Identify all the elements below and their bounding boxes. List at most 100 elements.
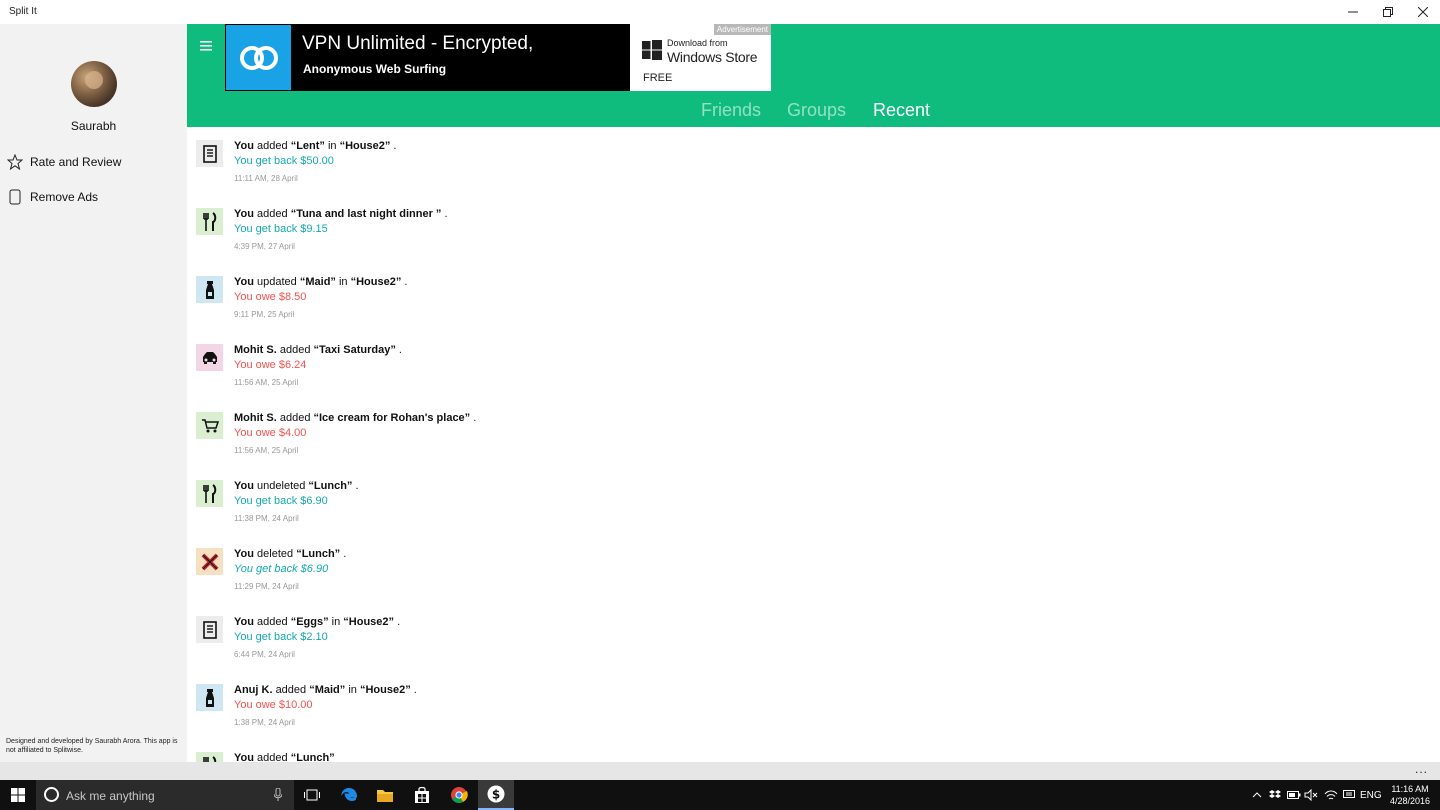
sidebar: Saurabh Rate and Review Remove Ads Desig… [0,24,187,762]
utensils-icon [196,480,223,507]
tab-recent[interactable]: Recent [873,100,930,121]
activity-item[interactable]: You added “Tuna and last night dinner ” … [187,195,1440,255]
activity-amount: You get back $6.90 [234,563,329,575]
tab-groups[interactable]: Groups [787,100,846,121]
activity-timestamp: 4:39 PM, 27 April [234,242,295,251]
activity-item[interactable]: You deleted “Lunch” . You get back $6.90… [187,535,1440,595]
tab-friends[interactable]: Friends [701,100,761,121]
activity-timestamp: 11:56 AM, 25 April [234,446,299,455]
taskbar-clock[interactable]: 11:16 AM 4/28/2016 [1384,783,1436,807]
windows-logo-icon [642,40,662,65]
battery-icon[interactable] [1287,780,1301,810]
spray-bottle-icon [196,276,223,303]
chrome-icon[interactable] [441,780,477,810]
activity-amount: You owe $6.24 [234,359,307,371]
spray-bottle-icon [196,684,223,711]
receipt-icon [196,140,223,167]
taskbar: Ask me anything $ ENG 11:16 AM 4/28/2016 [0,780,1440,810]
activity-item[interactable]: Anuj K. added “Maid” in “House2” . You o… [187,671,1440,731]
activity-timestamp: 9:11 PM, 25 April [234,310,295,319]
vpn-logo-icon [226,25,291,90]
activity-description: You added “Tuna and last night dinner ” … [234,208,448,220]
minimize-icon[interactable] [1336,0,1370,24]
activity-item[interactable]: Mohit S. added “Taxi Saturday” . You owe… [187,331,1440,391]
store-download-text: Download from [667,38,728,48]
activity-item[interactable]: You updated “Maid” in “House2” . You owe… [187,263,1440,323]
window-title: Split It [9,6,37,17]
wifi-icon[interactable] [1324,780,1338,810]
clock-time: 11:16 AM [1391,784,1429,794]
title-bar: Split It [0,0,1440,24]
activity-amount: You owe $4.00 [234,427,307,439]
activity-amount: You owe $8.50 [234,291,307,303]
activity-description: Mohit S. added “Taxi Saturday” . [234,344,402,356]
split-it-app-icon[interactable]: $ [478,780,514,810]
activity-timestamp: 11:56 AM, 25 April [234,378,299,387]
sidebar-item-label: Remove Ads [30,190,99,204]
activity-amount: You get back $6.90 [234,495,328,507]
clock-date: 4/28/2016 [1389,796,1431,806]
svg-text:$: $ [492,788,500,802]
windows-start-icon[interactable] [0,780,36,810]
windows-store-badge[interactable]: Advertisement Download from Windows Stor… [630,24,771,91]
activity-item[interactable]: You added “Lunch” [187,739,1440,762]
activity-description: You updated “Maid” in “House2” . [234,276,408,288]
utensils-icon [196,752,223,762]
activity-timestamp: 6:44 PM, 24 April [234,650,295,659]
activity-timestamp: 1:38 PM, 24 April [234,718,295,727]
action-center-icon[interactable] [1343,780,1355,810]
cortana-search-box[interactable]: Ask me anything [36,780,294,810]
restore-icon[interactable] [1371,0,1405,24]
microphone-icon[interactable] [273,787,283,807]
star-icon [0,154,30,170]
activity-item[interactable]: You undeleted “Lunch” . You get back $6.… [187,467,1440,527]
language-indicator[interactable]: ENG [1360,780,1382,810]
dropbox-icon[interactable] [1268,780,1282,810]
car-icon [196,344,223,371]
username: Saurabh [70,119,117,133]
cart-icon [196,412,223,439]
close-icon[interactable] [1406,0,1440,24]
activity-description: Anuj K. added “Maid” in “House2” . [234,684,417,696]
activity-feed[interactable]: You added “Lent” in “House2” . You get b… [187,127,1440,762]
sidebar-item-label: Rate and Review [30,155,122,169]
advertisement-banner[interactable]: VPN Unlimited - Encrypted, Anonymous Web… [225,24,771,91]
activity-description: Mohit S. added “Ice cream for Rohan's pl… [234,412,477,424]
edge-browser-icon[interactable] [331,780,367,810]
disclaimer-text: Designed and developed by Saurabh Arora.… [6,738,178,754]
activity-amount: You get back $50.00 [234,155,334,167]
sidebar-item-rate-and-review[interactable]: Rate and Review [0,149,187,175]
ad-title: VPN Unlimited - Encrypted, [302,33,534,54]
activity-description: You deleted “Lunch” . [234,548,347,560]
phone-icon [0,189,30,205]
ad-price: FREE [643,72,673,84]
activity-item[interactable]: Mohit S. added “Ice cream for Rohan's pl… [187,399,1440,459]
activity-description: You added “Eggs” in “House2” . [234,616,401,628]
activity-timestamp: 11:11 AM, 28 April [234,174,298,183]
sidebar-item-remove-ads[interactable]: Remove Ads [0,184,187,210]
search-placeholder: Ask me anything [66,789,155,803]
tab-bar: Friends Groups Recent [187,100,1440,124]
activity-description: You added “Lent” in “House2” . [234,140,397,152]
avatar[interactable] [71,61,117,107]
store-icon[interactable] [404,780,440,810]
more-options-button[interactable]: ... [1415,762,1428,776]
app-header: VPN Unlimited - Encrypted, Anonymous Web… [187,24,1440,127]
activity-amount: You get back $2.10 [234,631,328,643]
deleted-x-icon [196,548,223,575]
file-explorer-icon[interactable] [367,780,403,810]
task-view-icon[interactable] [294,780,330,810]
ad-tag: Advertisement [713,24,771,35]
cortana-icon [44,787,59,802]
hamburger-menu-icon[interactable] [200,38,212,56]
receipt-icon [196,616,223,643]
activity-description: You added “Lunch” [234,752,335,762]
activity-item[interactable]: You added “Lent” in “House2” . You get b… [187,127,1440,187]
activity-amount: You get back $9.15 [234,223,328,235]
activity-timestamp: 11:29 PM, 24 April [234,582,299,591]
show-hidden-icons[interactable] [1252,780,1262,810]
app-bar: ... [0,762,1440,780]
volume-muted-icon[interactable] [1304,780,1318,810]
activity-item[interactable]: You added “Eggs” in “House2” . You get b… [187,603,1440,663]
activity-description: You undeleted “Lunch” . [234,480,359,492]
